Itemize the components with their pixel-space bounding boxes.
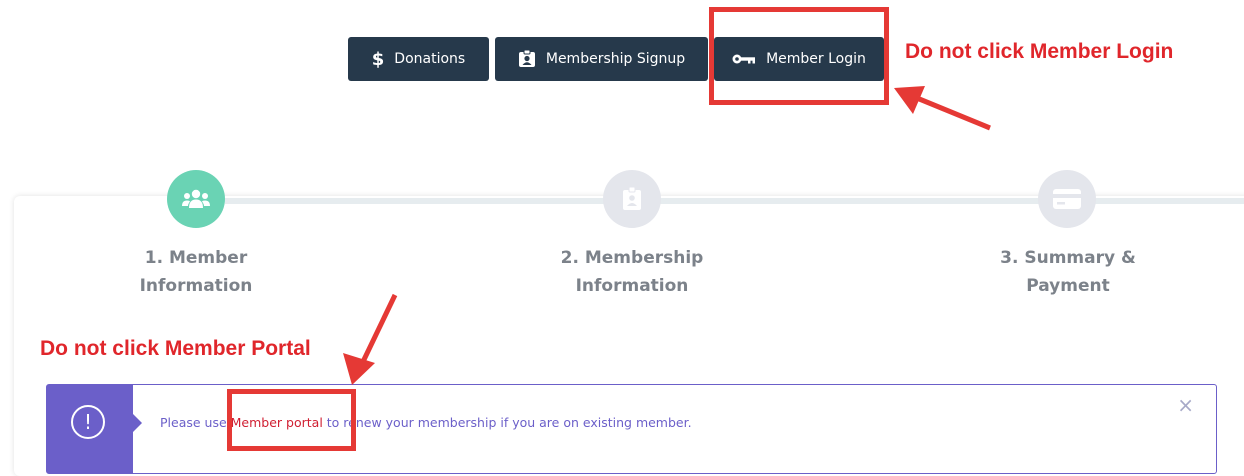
- member-portal-highlight-box: [227, 389, 356, 451]
- credit-card-icon: [1053, 189, 1081, 209]
- step-3-subtitle: Payment: [1026, 276, 1110, 296]
- member-login-warning: Do not click Member Login: [905, 40, 1174, 63]
- member-login-highlight-box: [709, 7, 889, 105]
- exclamation-circle-icon: !: [71, 405, 105, 439]
- steps-track: [225, 198, 605, 204]
- membership-signup-button[interactable]: Membership Signup: [495, 37, 708, 81]
- alert-pointer: [133, 414, 142, 432]
- steps-track: [1095, 198, 1244, 204]
- step-1-title: 1. Member: [144, 248, 248, 268]
- id-badge-icon: [518, 50, 536, 68]
- id-badge-icon: [623, 187, 641, 210]
- step-1-label: 1. Member Information: [86, 244, 306, 300]
- step-1-circle: [167, 170, 225, 228]
- info-alert: ! Please use Member portal to renew your…: [46, 384, 1217, 474]
- step-3-label: 3. Summary & Payment: [958, 244, 1178, 300]
- users-icon: [182, 189, 210, 208]
- alert-text-prefix: Please use: [160, 415, 231, 430]
- membership-signup-label: Membership Signup: [545, 51, 686, 67]
- member-portal-warning: Do not click Member Portal: [40, 337, 311, 360]
- step-2-title: 2. Membership: [560, 248, 704, 268]
- donations-label: Donations: [394, 51, 466, 67]
- step-1-subtitle: Information: [139, 276, 253, 296]
- arrow-to-member-login: [894, 86, 991, 131]
- step-2-label: 2. Membership Information: [522, 244, 742, 300]
- donations-button[interactable]: $ Donations: [348, 37, 489, 81]
- step-2-subtitle: Information: [575, 276, 689, 296]
- dollar-icon: $: [371, 48, 385, 70]
- alert-text-suffix: to renew your membership if you are on e…: [322, 415, 692, 430]
- close-icon[interactable]: ×: [1177, 393, 1194, 417]
- step-3-circle: [1038, 170, 1096, 228]
- step-3-title: 3. Summary &: [1000, 248, 1136, 268]
- step-2-circle: [603, 170, 661, 228]
- steps-track: [660, 198, 1040, 204]
